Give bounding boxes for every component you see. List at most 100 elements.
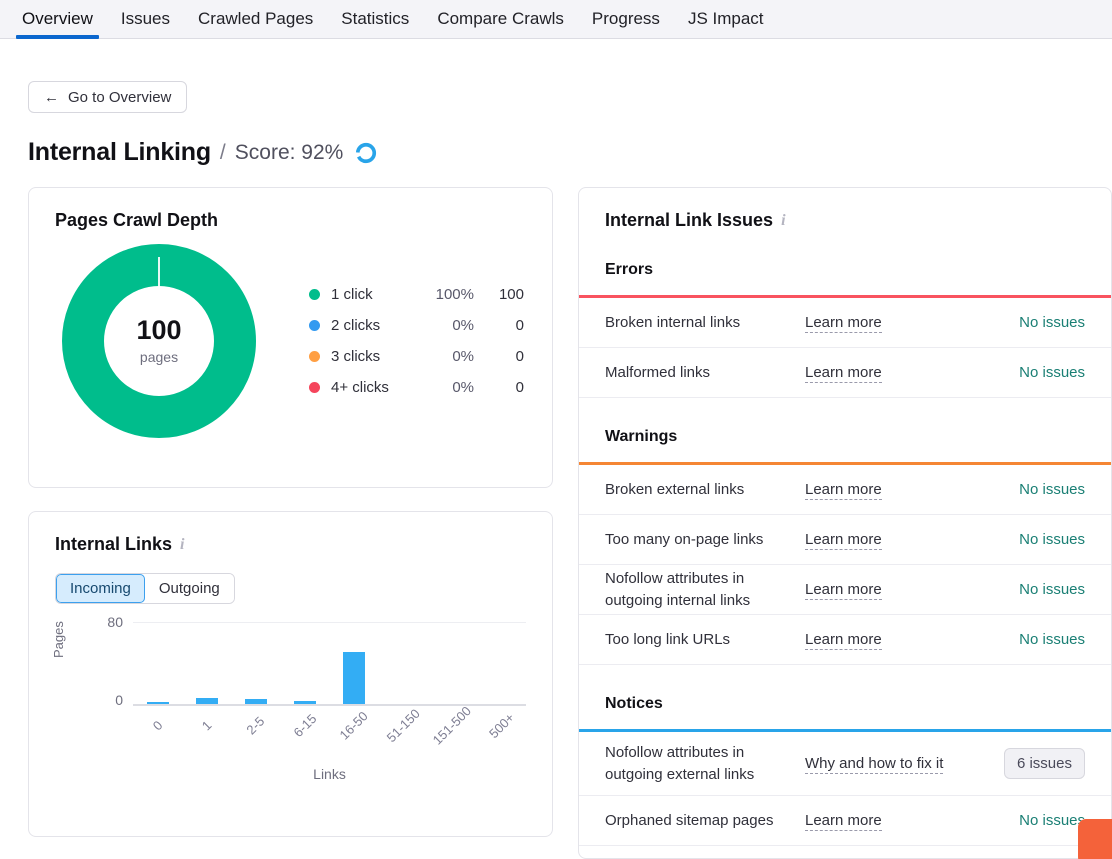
x-tick-label: 500+	[486, 710, 517, 741]
section-title-warnings: Warnings	[579, 428, 1111, 446]
bar[interactable]	[343, 652, 365, 704]
x-tick-label: 1	[199, 718, 215, 734]
pages-crawl-depth-title: Pages Crawl Depth	[55, 210, 526, 231]
issue-name: Too many on-page links	[605, 529, 805, 551]
status-cell: No issues	[975, 481, 1085, 498]
learn-more-link[interactable]: Learn more	[805, 810, 975, 832]
table-row[interactable]: Orphaned sitemap pages Learn more No iss…	[579, 796, 1111, 846]
donut-value: 100	[136, 317, 181, 344]
bar-slot	[133, 622, 182, 704]
learn-more-link[interactable]: Learn more	[805, 529, 975, 551]
toggle-incoming[interactable]: Incoming	[56, 574, 145, 603]
internal-link-issues-card: Internal Link Issues i Errors Broken int…	[578, 187, 1112, 859]
go-to-overview-label: Go to Overview	[68, 89, 171, 106]
status-badge: No issues	[985, 531, 1085, 548]
bar-slot	[231, 622, 280, 704]
score-label: Score: 92%	[235, 141, 344, 165]
bar[interactable]	[147, 702, 169, 704]
donut-row: 100 pages 1 click 100% 100	[55, 241, 526, 441]
donut-unit: pages	[140, 349, 178, 365]
legend-label: 2 clicks	[331, 317, 426, 334]
learn-more-link[interactable]: Learn more	[805, 312, 975, 334]
bar[interactable]	[245, 699, 267, 704]
table-row[interactable]: Too long link URLs Learn more No issues	[579, 615, 1111, 665]
table-row[interactable]: Broken internal links Learn more No issu…	[579, 298, 1111, 348]
x-axis-labels: 0 1 2-5 6-15 16-50 51-150 151-500 500+	[133, 710, 526, 733]
toggle-outgoing[interactable]: Outgoing	[145, 574, 234, 603]
top-tab-bar: Overview Issues Crawled Pages Statistics…	[0, 0, 1112, 39]
legend-count: 0	[474, 317, 524, 334]
title-separator: /	[220, 141, 226, 165]
x-tick-label: 151-500	[430, 703, 474, 747]
table-row[interactable]: Broken external links Learn more No issu…	[579, 465, 1111, 515]
bar-slot	[379, 622, 428, 704]
legend-item[interactable]: 3 clicks 0% 0	[309, 341, 524, 372]
tab-compare-crawls[interactable]: Compare Crawls	[423, 0, 578, 34]
tab-statistics[interactable]: Statistics	[327, 0, 423, 34]
tab-list: Overview Issues Crawled Pages Statistics…	[0, 0, 1112, 38]
table-row[interactable]: Nofollow attributes in outgoing external…	[579, 732, 1111, 796]
feedback-widget-button[interactable]	[1078, 819, 1112, 859]
bar-series	[133, 622, 526, 704]
issue-name: Nofollow attributes in outgoing external…	[605, 742, 805, 786]
legend-label: 3 clicks	[331, 348, 426, 365]
issue-name: Orphaned sitemap pages	[605, 810, 805, 832]
x-tick-label: 6-15	[290, 711, 319, 740]
table-row[interactable]: Nofollow attributes in outgoing internal…	[579, 565, 1111, 615]
issue-count-badge[interactable]: 6 issues	[1004, 748, 1085, 779]
legend-item[interactable]: 2 clicks 0% 0	[309, 310, 524, 341]
legend-count: 0	[474, 379, 524, 396]
legend-percent: 100%	[426, 286, 474, 303]
issue-name: Broken external links	[605, 479, 805, 501]
learn-more-link[interactable]: Learn more	[805, 479, 975, 501]
learn-more-link[interactable]: Learn more	[805, 579, 975, 601]
bar-slot	[477, 622, 526, 704]
tab-overview[interactable]: Overview	[8, 0, 107, 34]
tab-crawled-pages[interactable]: Crawled Pages	[184, 0, 327, 34]
status-cell: No issues	[975, 581, 1085, 598]
donut-center-label: 100 pages	[59, 241, 259, 441]
issue-name: Malformed links	[605, 362, 805, 384]
legend-item[interactable]: 4+ clicks 0% 0	[309, 372, 524, 403]
legend-color-dot	[309, 289, 320, 300]
arrow-left-icon: ←	[44, 90, 59, 105]
why-and-how-to-fix-it-link[interactable]: Why and how to fix it	[805, 753, 975, 775]
tab-progress[interactable]: Progress	[578, 0, 674, 34]
go-to-overview-button[interactable]: ← Go to Overview	[28, 81, 187, 113]
status-badge: No issues	[985, 631, 1085, 648]
info-icon[interactable]: i	[781, 213, 785, 229]
status-cell: No issues	[975, 531, 1085, 548]
bar[interactable]	[196, 698, 218, 704]
table-row[interactable]: Too many on-page links Learn more No iss…	[579, 515, 1111, 565]
x-tick-label: 2-5	[244, 714, 268, 738]
legend-percent: 0%	[426, 379, 474, 396]
tab-issues[interactable]: Issues	[107, 0, 184, 34]
section-title-notices: Notices	[579, 695, 1111, 713]
internal-links-card: Internal Links i Incoming Outgoing Pages…	[28, 511, 553, 837]
issue-name: Too long link URLs	[605, 629, 805, 651]
legend-color-dot	[309, 351, 320, 362]
legend-count: 100	[474, 286, 524, 303]
internal-links-bar-chart: Pages 80 0	[55, 622, 526, 797]
learn-more-link[interactable]: Learn more	[805, 629, 975, 651]
x-axis-line	[133, 704, 526, 706]
status-cell: No issues	[975, 631, 1085, 648]
issues-section-errors: Errors Broken internal links Learn more …	[579, 261, 1111, 398]
internal-link-issues-title: Internal Link Issues i	[605, 210, 1085, 231]
x-axis-title: Links	[133, 766, 526, 782]
legend-item[interactable]: 1 click 100% 100	[309, 279, 524, 310]
page-content: ← Go to Overview Internal Linking / Scor…	[0, 39, 1112, 859]
issue-name: Nofollow attributes in outgoing internal…	[605, 568, 805, 612]
info-icon[interactable]: i	[180, 537, 184, 553]
tab-js-impact[interactable]: JS Impact	[674, 0, 778, 34]
legend-percent: 0%	[426, 348, 474, 365]
status-badge: No issues	[985, 581, 1085, 598]
status-cell: No issues	[975, 364, 1085, 381]
left-column: Pages Crawl Depth 100 pages	[28, 187, 553, 837]
right-column: Internal Link Issues i Errors Broken int…	[578, 187, 1112, 859]
bar[interactable]	[294, 701, 316, 704]
table-row[interactable]: Malformed links Learn more No issues	[579, 348, 1111, 398]
learn-more-link[interactable]: Learn more	[805, 362, 975, 384]
page-title: Internal Linking	[28, 138, 211, 167]
section-title-errors: Errors	[579, 261, 1111, 279]
